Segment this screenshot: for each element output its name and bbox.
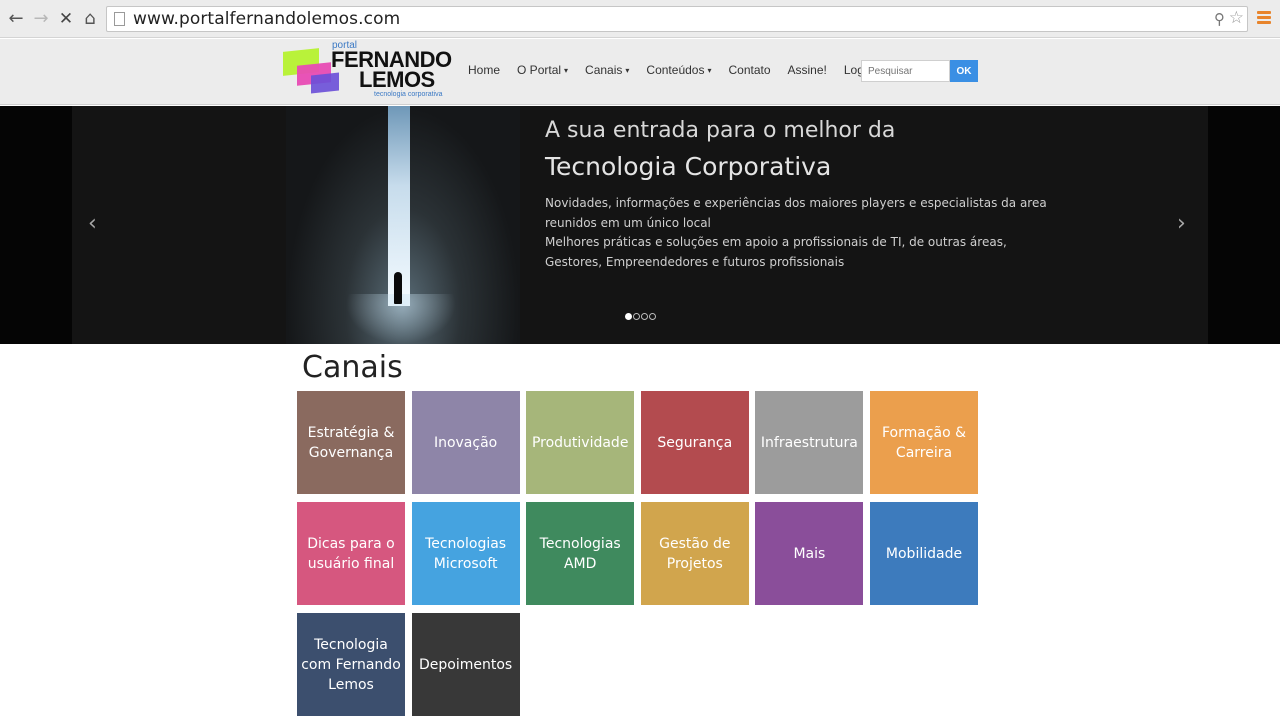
nav-item[interactable]: Conteúdos ▾ [646, 63, 711, 81]
nav-item-label: Home [468, 63, 501, 77]
channel-tile[interactable]: Estratégia & Governança [297, 391, 405, 494]
carousel-dot[interactable] [633, 313, 640, 320]
nav-item[interactable]: Canais ▾ [585, 63, 629, 81]
channel-tile-label: Depoimentos [418, 656, 513, 673]
channel-tile[interactable]: Mobilidade [870, 502, 978, 605]
channel-tile[interactable]: Tecnologia com Fernando Lemos [297, 613, 405, 716]
forward-arrow-icon[interactable]: → [31, 9, 51, 29]
search-submit-button[interactable]: OK [950, 60, 978, 82]
hero-title-line2: Tecnologia Corporativa [545, 152, 832, 181]
site-logo[interactable]: portal FERNANDO LEMOS tecnologia corpora… [283, 40, 453, 102]
nav-item-label: Conteúdos [646, 63, 705, 77]
main-navigation: Home O Portal ▾ Canais ▾ Conteúdos ▾ Contato Ass… [468, 63, 890, 81]
channel-tile-label: Inovação [433, 434, 498, 451]
logo-shape [311, 72, 339, 94]
caret-down-icon: ▾ [707, 66, 712, 75]
carousel-dot[interactable] [649, 313, 656, 320]
channel-tile[interactable]: Formação & Carreira [870, 391, 978, 494]
caret-down-icon: ▾ [625, 66, 630, 75]
channel-tile[interactable]: Mais [755, 502, 864, 605]
hero-text-line: Melhores práticas e soluções em apoio a … [545, 235, 1007, 249]
browser-menu-icon[interactable] [1257, 11, 1271, 25]
channel-tile[interactable]: Inovação [411, 391, 520, 494]
hero-title-line1: A sua entrada para o melhor da [545, 118, 896, 143]
nav-item-label: Contato [728, 63, 771, 77]
channel-tile-label: Formação & Carreira [881, 424, 967, 461]
channel-tile-label: Mobilidade [885, 545, 963, 562]
channel-tile[interactable]: Produtividade [526, 391, 635, 494]
channel-tile[interactable]: Infraestrutura [755, 391, 864, 494]
hero-image [286, 106, 520, 344]
logo-name-line2: LEMOS [359, 67, 435, 92]
hero-text-line: Gestores, Empreendedores e futuros profi… [545, 254, 845, 269]
channel-tile[interactable]: Gestão de Projetos [640, 502, 749, 605]
caret-down-icon: ▾ [564, 66, 569, 75]
address-bar[interactable]: www.portalfernandolemos.com ⚲ ☆ [106, 6, 1248, 32]
hero-text-line: reunidos em um único local [545, 215, 711, 230]
home-icon[interactable]: ⌂ [80, 9, 100, 29]
logo-tagline: tecnologia corporativa [374, 91, 443, 98]
site-header: portal FERNANDO LEMOS tecnologia corpora… [0, 39, 1280, 105]
person-silhouette [394, 272, 402, 304]
nav-item[interactable]: Home [468, 63, 500, 81]
carousel-prev-icon[interactable]: ‹ [88, 211, 97, 236]
section-title: Canais [302, 350, 403, 385]
channel-tile[interactable]: Tecnologias Microsoft [411, 502, 520, 605]
hero-carousel: A sua entrada para o melhor da Tecnologi… [0, 106, 1280, 344]
channel-tile-label: Tecnologias Microsoft [425, 535, 507, 572]
channel-tile-label: Tecnologias AMD [539, 535, 621, 572]
zoom-icon[interactable]: ⚲ [1214, 10, 1225, 28]
carousel-dot[interactable] [625, 313, 632, 320]
stop-loading-icon[interactable]: ✕ [56, 9, 76, 29]
nav-item-label: Canais [585, 63, 623, 77]
nav-item[interactable]: Contato [728, 63, 770, 81]
channel-tile[interactable]: Segurança [640, 391, 749, 494]
carousel-next-icon[interactable]: › [1177, 211, 1186, 236]
carousel-indicators [625, 313, 656, 320]
channel-tile[interactable]: Tecnologias AMD [526, 502, 635, 605]
channel-tile[interactable]: Depoimentos [411, 613, 520, 716]
carousel-dot[interactable] [641, 313, 648, 320]
url-text[interactable]: www.portalfernandolemos.com [133, 9, 400, 29]
nav-item[interactable]: Assine! [788, 63, 827, 81]
channel-tile[interactable]: Dicas para o usuário final [297, 502, 405, 605]
channel-tile-label: Produtividade [531, 434, 629, 451]
nav-item-label: Assine! [787, 63, 827, 77]
channel-tile-label: Estratégia & Governança [307, 424, 395, 461]
search-input[interactable] [861, 60, 950, 82]
channel-tile-label: Tecnologia com Fernando Lemos [301, 636, 401, 693]
hero-text-line: Novidades, informações e experiências do… [545, 196, 1047, 210]
nav-item[interactable]: O Portal ▾ [517, 63, 568, 81]
channel-tile-label: Segurança [657, 434, 733, 451]
channel-tile-label: Dicas para o usuário final [307, 535, 395, 572]
channel-tile-label: Mais [793, 545, 826, 562]
page-icon [114, 12, 125, 26]
hero-description: Novidades, informações e experiências do… [545, 194, 1047, 272]
browser-toolbar: ← → ✕ ⌂ www.portalfernandolemos.com ⚲ ☆ [0, 0, 1280, 38]
nav-item-label: O Portal [517, 63, 562, 77]
back-arrow-icon[interactable]: ← [6, 9, 26, 29]
channel-tile-label: Gestão de Projetos [659, 535, 731, 572]
channel-tile-label: Infraestrutura [760, 434, 858, 451]
bookmark-star-icon[interactable]: ☆ [1229, 8, 1244, 28]
